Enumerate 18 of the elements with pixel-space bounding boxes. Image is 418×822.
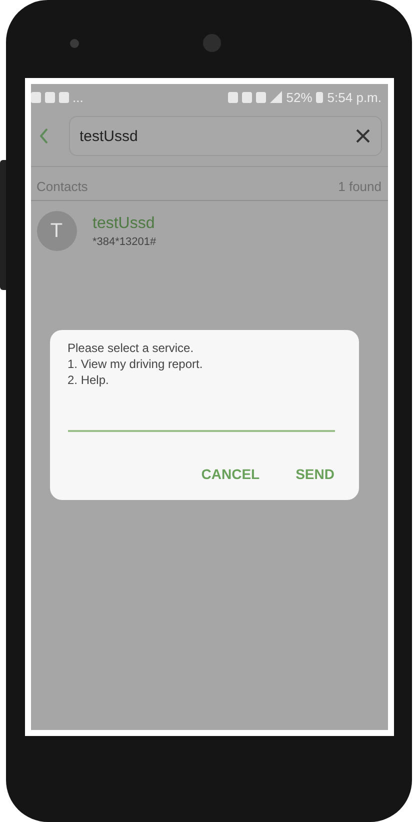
dialog-button[interactable]: CANCEL [201, 462, 260, 486]
contact-avatar: T [36, 211, 76, 251]
close-icon[interactable] [356, 129, 370, 143]
search-field[interactable]: testUssd [68, 116, 382, 156]
result-count: 1 found [338, 179, 382, 194]
signal-icon [270, 91, 282, 103]
contact-row[interactable]: T testUssd *384*13201# [30, 201, 388, 261]
battery-percentage: 52% [286, 90, 312, 104]
clock: 5:54 p.m. [327, 90, 382, 104]
camera-icon [70, 39, 79, 48]
back-button[interactable] [38, 128, 48, 144]
speaker-icon [203, 34, 221, 52]
dialog-message: Please select a service. 1. View my driving report. 2. Help. [68, 340, 204, 388]
dialog-button[interactable]: SEND [296, 462, 334, 486]
section-header: Contacts [36, 179, 88, 194]
more-notifications-text: ... [72, 90, 84, 104]
contact-name: testUssd [92, 214, 156, 232]
contact-number: *384*13201# [92, 236, 156, 248]
